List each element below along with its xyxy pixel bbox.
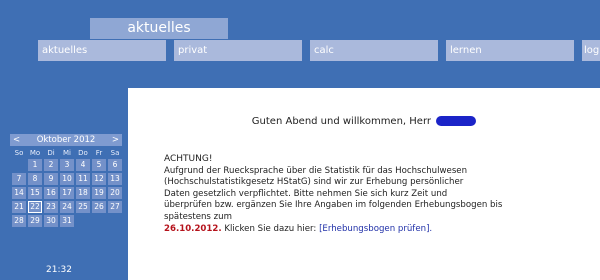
calendar-day[interactable]: 14 bbox=[12, 187, 26, 199]
calendar-day[interactable]: 26 bbox=[92, 201, 106, 213]
calendar-weekday: Do bbox=[78, 149, 88, 157]
main-nav: aktuelles privat calc lernen log bbox=[0, 40, 600, 64]
calendar-day[interactable]: 4 bbox=[76, 159, 90, 171]
calendar-day[interactable]: 25 bbox=[76, 201, 90, 213]
calendar-day[interactable]: 18 bbox=[76, 187, 90, 199]
calendar-day[interactable]: 1 bbox=[28, 159, 42, 171]
calendar-prev-button[interactable]: < bbox=[13, 134, 20, 146]
nav-item-aktuelles[interactable]: aktuelles bbox=[38, 40, 166, 61]
calendar-day[interactable]: 16 bbox=[44, 187, 58, 199]
clock: 21:32 bbox=[46, 265, 72, 275]
calendar-weekday: Mi bbox=[63, 149, 71, 157]
calendar-day[interactable]: 3 bbox=[60, 159, 74, 171]
notice-heading: ACHTUNG! bbox=[164, 154, 213, 164]
nav-item-log[interactable]: log bbox=[582, 40, 600, 61]
calendar-next-button[interactable]: > bbox=[112, 134, 119, 146]
deadline-date: 26.10.2012. bbox=[164, 223, 222, 234]
calendar-day[interactable]: 17 bbox=[60, 187, 74, 199]
calendar-weekday: Di bbox=[47, 149, 55, 157]
notice-line: (Hochschulstatistikgesetz HStatG) sind w… bbox=[164, 177, 464, 188]
calendar-grid: So Mo Di Mi Do Fr Sa 1 2 3 4 5 6 7 8 9 10 11 12 13 14 15 16 17 1… bbox=[10, 149, 122, 227]
calendar-day[interactable]: 29 bbox=[28, 215, 42, 227]
greeting-text: Guten Abend und willkommen, Herr bbox=[251, 116, 431, 127]
calendar-day[interactable]: 12 bbox=[92, 173, 106, 185]
calendar-weekday: Fr bbox=[95, 149, 103, 157]
link-intro: Klicken Sie dazu hier: bbox=[224, 223, 317, 234]
calendar-day[interactable]: 9 bbox=[44, 173, 58, 185]
calendar-day[interactable]: 7 bbox=[12, 173, 26, 185]
calendar-day[interactable]: 11 bbox=[76, 173, 90, 185]
nav-item-calc[interactable]: calc bbox=[310, 40, 438, 61]
notice: ACHTUNG! Aufgrund der Ruecksprache über … bbox=[164, 154, 600, 235]
nav-item-privat[interactable]: privat bbox=[174, 40, 302, 61]
redacted-name bbox=[436, 116, 477, 126]
greeting: Guten Abend und willkommen, Herr bbox=[128, 116, 600, 127]
calendar-empty-cell bbox=[92, 215, 106, 227]
calendar: < Oktober 2012 > So Mo Di Mi Do Fr Sa 1 2 3 4 5 6 7 8 9… bbox=[10, 134, 122, 227]
notice-line: Aufgrund der Ruecksprache über die Stati… bbox=[164, 165, 468, 176]
calendar-day[interactable]: 5 bbox=[92, 159, 106, 171]
calendar-day[interactable]: 2 bbox=[44, 159, 58, 171]
calendar-empty-cell bbox=[108, 215, 122, 227]
notice-line: überprüfen bzw. ergänzen Sie Ihre Angabe… bbox=[164, 200, 503, 211]
calendar-day[interactable]: 27 bbox=[108, 201, 122, 213]
survey-link[interactable]: [Erhebungsbogen prüfen]. bbox=[319, 224, 432, 234]
calendar-day[interactable]: 28 bbox=[12, 215, 26, 227]
calendar-weekday: Mo bbox=[29, 149, 41, 157]
calendar-day[interactable]: 31 bbox=[60, 215, 74, 227]
calendar-day[interactable]: 8 bbox=[28, 173, 42, 185]
notice-deadline-line: 26.10.2012. Klicken Sie dazu hier: [Erhe… bbox=[164, 224, 600, 236]
calendar-day[interactable]: 23 bbox=[44, 201, 58, 213]
calendar-day[interactable]: 21 bbox=[12, 201, 26, 213]
calendar-day[interactable]: 20 bbox=[108, 187, 122, 199]
header-title: aktuelles bbox=[90, 18, 228, 39]
calendar-header: < Oktober 2012 > bbox=[10, 134, 122, 146]
calendar-day[interactable]: 10 bbox=[60, 173, 74, 185]
notice-line: spätestens zum bbox=[164, 211, 232, 222]
calendar-day[interactable]: 22 bbox=[28, 201, 42, 213]
calendar-weekday: Sa bbox=[110, 149, 120, 157]
calendar-empty-cell bbox=[76, 215, 90, 227]
calendar-empty-cell bbox=[12, 159, 26, 171]
calendar-day[interactable]: 13 bbox=[108, 173, 122, 185]
nav-item-lernen[interactable]: lernen bbox=[446, 40, 574, 61]
calendar-month-title: Oktober 2012 bbox=[36, 135, 96, 145]
calendar-day[interactable]: 19 bbox=[92, 187, 106, 199]
calendar-weekday: So bbox=[14, 149, 24, 157]
calendar-day[interactable]: 24 bbox=[60, 201, 74, 213]
notice-line: Daten gesetzlich verpflichtet. Bitte neh… bbox=[164, 188, 448, 199]
calendar-day[interactable]: 6 bbox=[108, 159, 122, 171]
calendar-day[interactable]: 15 bbox=[28, 187, 42, 199]
calendar-day[interactable]: 30 bbox=[44, 215, 58, 227]
main-content: Guten Abend und willkommen, Herr ACHTUNG… bbox=[128, 88, 600, 280]
